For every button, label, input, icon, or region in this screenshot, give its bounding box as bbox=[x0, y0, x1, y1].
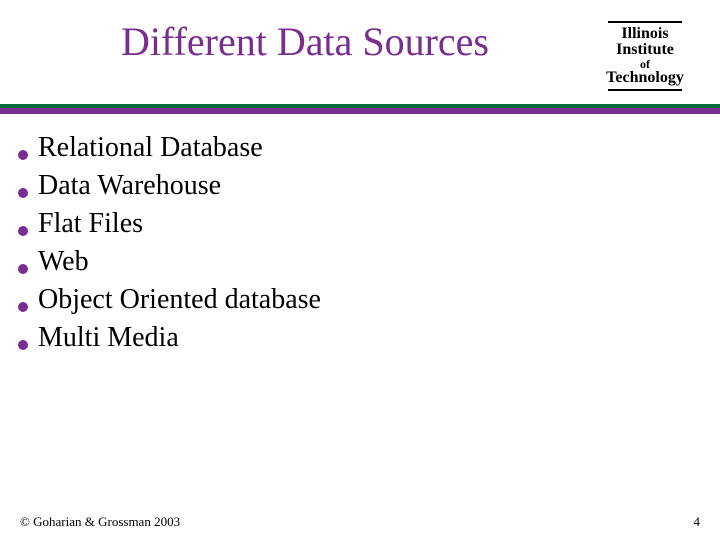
list-item-label: Web bbox=[38, 246, 89, 278]
page-number: 4 bbox=[694, 514, 701, 530]
logo-line-4: Technology bbox=[590, 70, 700, 86]
footer: © Goharian & Grossman 2003 4 bbox=[0, 514, 720, 530]
list-item: Flat Files bbox=[18, 208, 690, 240]
bullet-icon bbox=[18, 188, 28, 198]
list-item: Relational Database bbox=[18, 132, 690, 164]
divider bbox=[0, 104, 720, 114]
logo-bar-bottom bbox=[608, 89, 682, 91]
list-item-label: Data Warehouse bbox=[38, 170, 221, 202]
logo-line-2: Institute bbox=[590, 42, 700, 58]
page-title: Different Data Sources bbox=[20, 18, 590, 65]
copyright-text: © Goharian & Grossman 2003 bbox=[20, 514, 180, 530]
list-item: Multi Media bbox=[18, 322, 690, 354]
list-item: Object Oriented database bbox=[18, 284, 690, 316]
slide: Different Data Sources Illinois Institut… bbox=[0, 0, 720, 540]
list-item-label: Multi Media bbox=[38, 322, 179, 354]
list-item-label: Flat Files bbox=[38, 208, 143, 240]
list-item: Data Warehouse bbox=[18, 170, 690, 202]
bullet-icon bbox=[18, 302, 28, 312]
bullet-icon bbox=[18, 226, 28, 236]
bullet-icon bbox=[18, 150, 28, 160]
list-item-label: Relational Database bbox=[38, 132, 263, 164]
logo-line-1: Illinois bbox=[590, 26, 700, 42]
list-item-label: Object Oriented database bbox=[38, 284, 321, 316]
logo-bar-top bbox=[608, 21, 682, 23]
bullet-icon bbox=[18, 340, 28, 350]
bullet-list: Relational Database Data Warehouse Flat … bbox=[0, 114, 720, 354]
institution-logo: Illinois Institute of Technology bbox=[590, 18, 700, 94]
bullet-icon bbox=[18, 264, 28, 274]
header: Different Data Sources Illinois Institut… bbox=[0, 0, 720, 94]
list-item: Web bbox=[18, 246, 690, 278]
